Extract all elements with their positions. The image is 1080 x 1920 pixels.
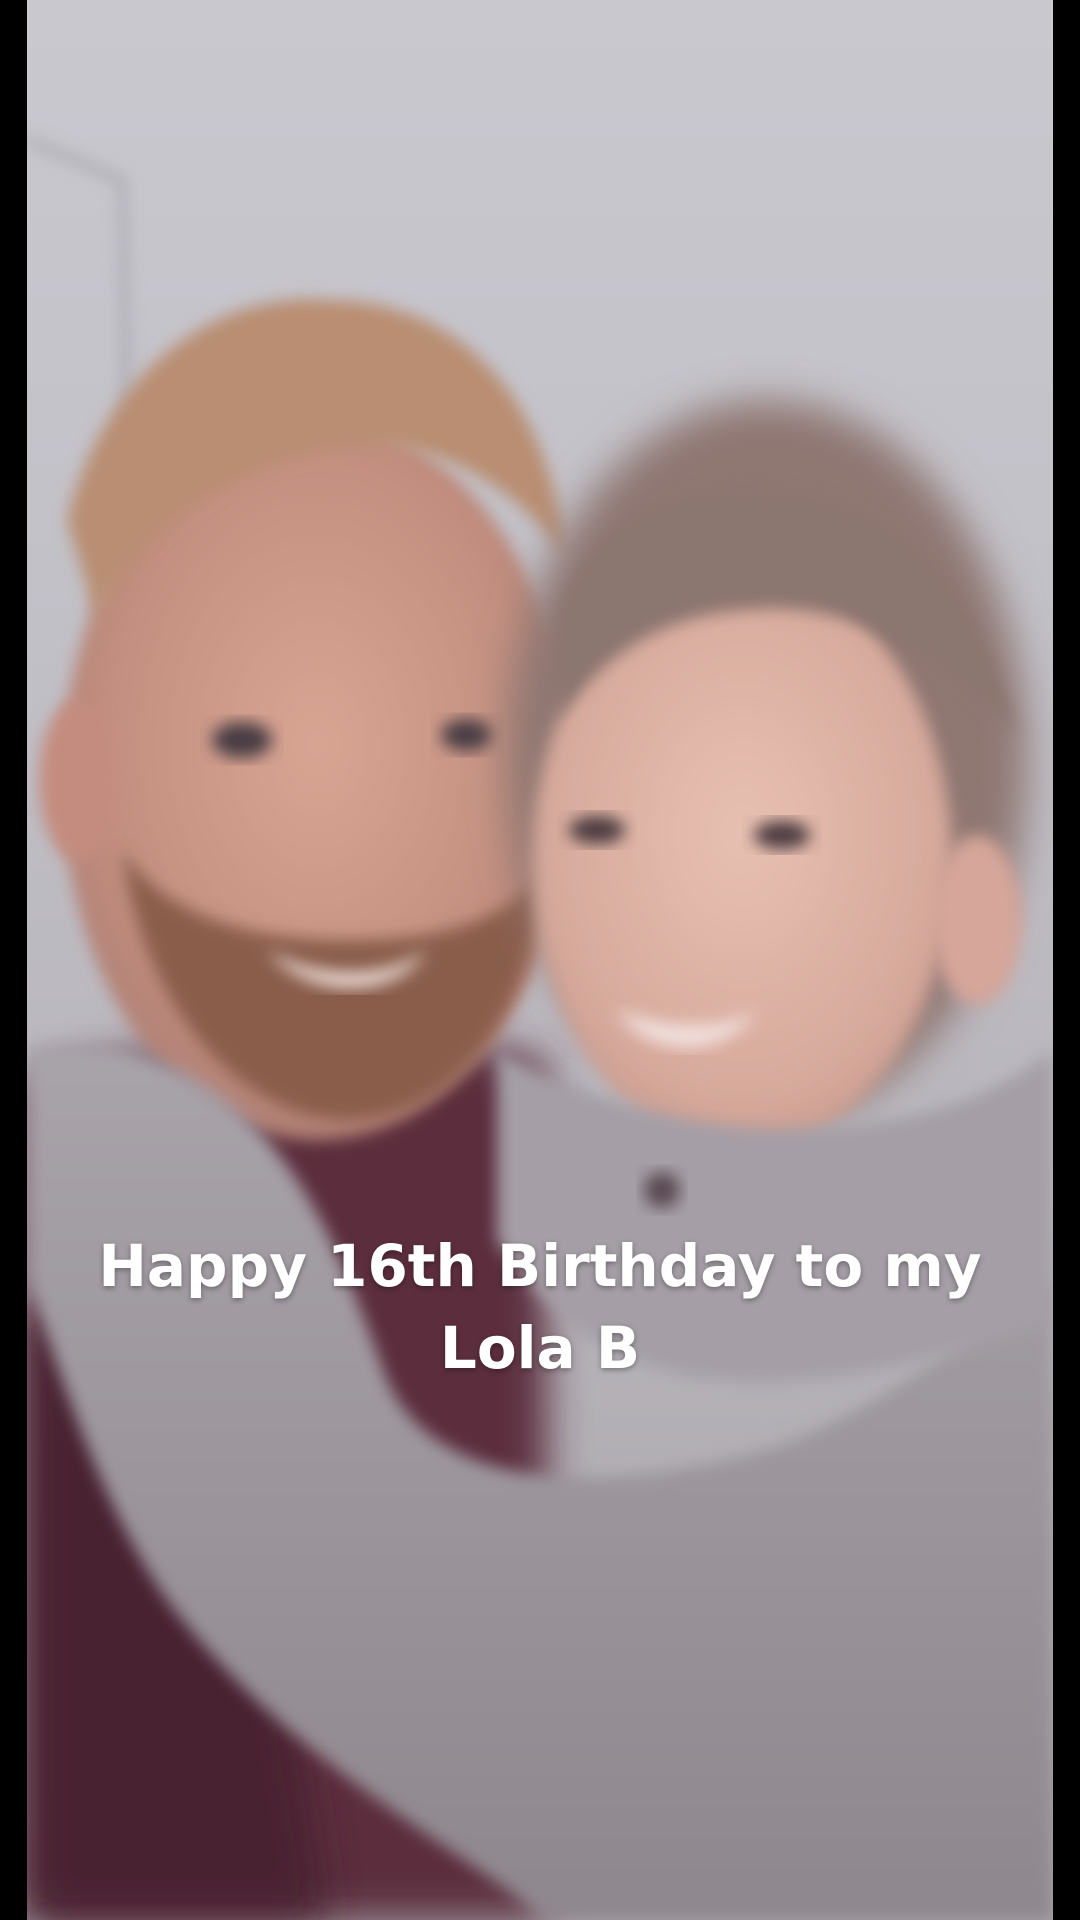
story-caption: Happy 16th Birthday to my Lola B [90, 1225, 990, 1389]
letterbox-right [1053, 0, 1080, 1920]
caption-line-2: Lola B [439, 1314, 641, 1382]
photo-illustration [27, 138, 1053, 1920]
story-screen: Happy 16th Birthday to my Lola B [0, 0, 1080, 1920]
background-photo [27, 0, 1053, 1920]
caption-line-1: Happy 16th Birthday to my [98, 1232, 982, 1300]
